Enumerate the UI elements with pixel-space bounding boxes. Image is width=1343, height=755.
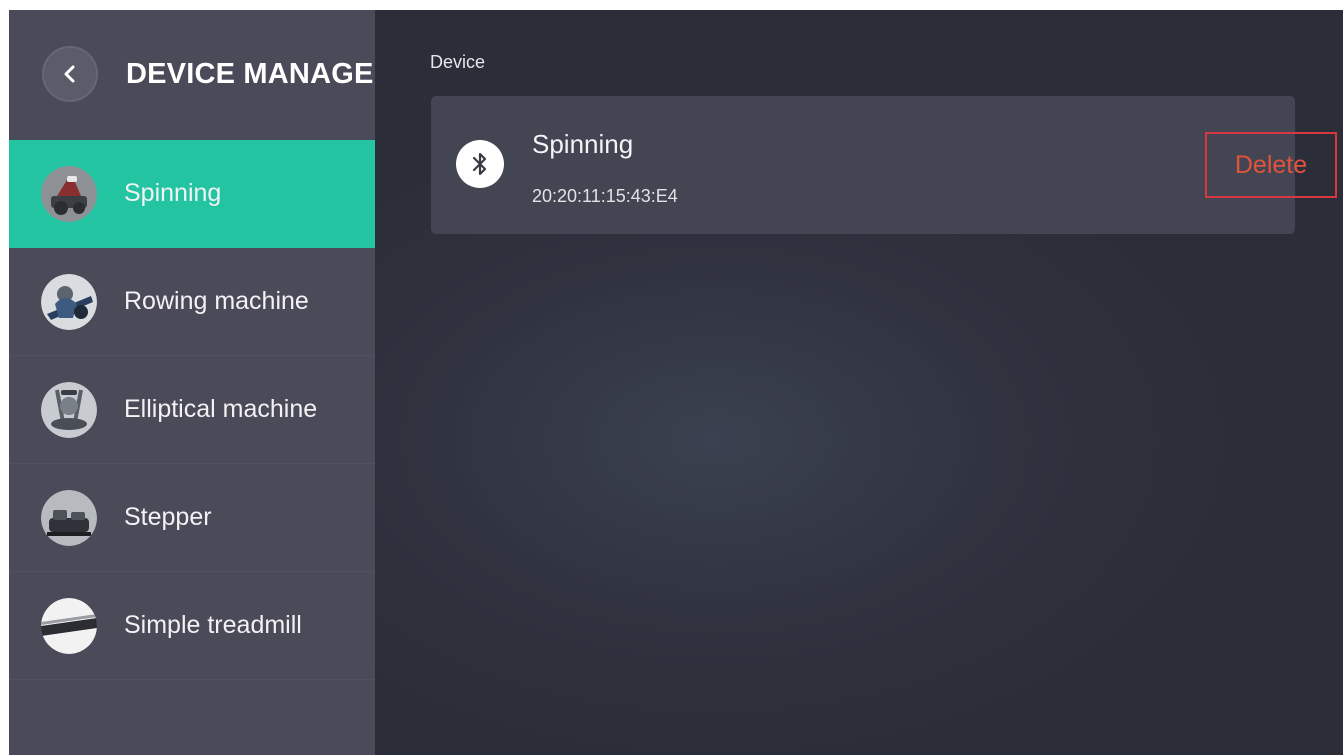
sidebar-item-label: Stepper — [124, 503, 212, 531]
sidebar-item-label: Simple treadmill — [124, 611, 302, 639]
sidebar-item-stepper[interactable]: Stepper — [9, 464, 375, 572]
sidebar-item-elliptical-machine[interactable]: Elliptical machine — [9, 356, 375, 464]
sidebar-item-label: Elliptical machine — [124, 395, 318, 423]
sidebar-item-simple-treadmill[interactable]: Simple treadmill — [9, 572, 375, 680]
sidebar-item-rowing-machine[interactable]: Rowing machine — [9, 248, 375, 356]
device-name: Spinning — [532, 129, 634, 159]
spinning-bike-avatar — [41, 165, 97, 222]
sidebar-item-spinning[interactable]: Spinning — [9, 140, 375, 248]
page-title: DEVICE MANAGE — [126, 57, 374, 90]
device-type-list: Spinning Rowing machine Elliptical machi… — [9, 140, 375, 680]
device-card[interactable]: Spinning 20:20:11:15:43:E4 Delete — [431, 96, 1337, 234]
main-panel: Device Spinning 20:20:11:15:43:E4 Delete — [375, 10, 1343, 755]
sidebar-item-label: Rowing machine — [124, 287, 309, 315]
stepper-avatar — [41, 489, 97, 546]
back-button[interactable] — [42, 46, 98, 102]
device-mac-address: 20:20:11:15:43:E4 — [532, 186, 678, 206]
bluetooth-icon — [456, 140, 504, 188]
section-label: Device — [430, 52, 486, 72]
sidebar-item-label: Spinning — [124, 179, 222, 207]
elliptical-machine-avatar — [41, 381, 97, 438]
device-manage-screen: DEVICE MANAGE Spinning Rowing machine El… — [9, 10, 1343, 755]
treadmill-avatar — [41, 597, 97, 654]
rowing-machine-avatar — [41, 273, 97, 330]
sidebar-header: DEVICE MANAGE — [9, 10, 375, 140]
delete-button[interactable]: Delete — [1205, 132, 1337, 198]
sidebar: DEVICE MANAGE Spinning Rowing machine El… — [9, 10, 375, 755]
chevron-left-icon — [64, 65, 75, 83]
